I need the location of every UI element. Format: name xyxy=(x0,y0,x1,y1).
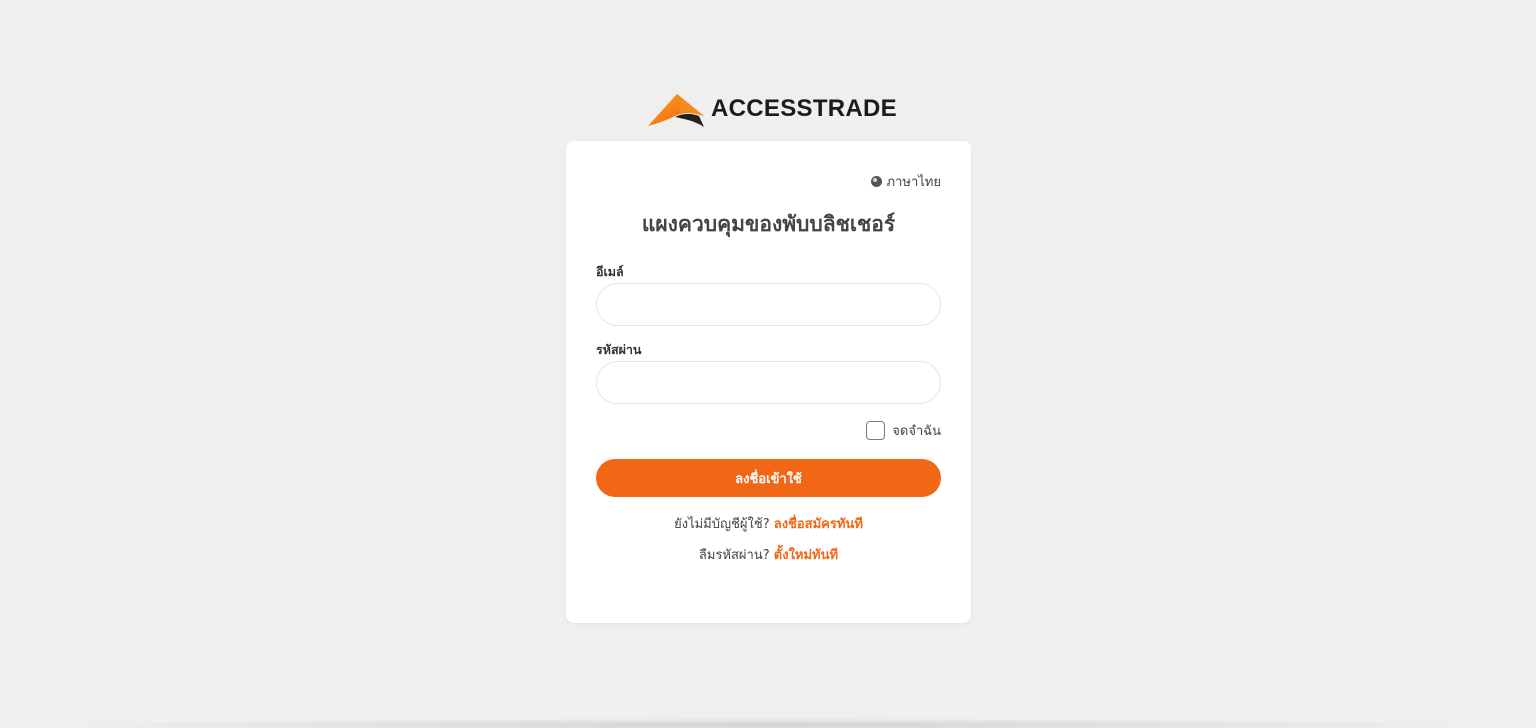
remember-me-label: จดจำฉัน xyxy=(892,424,941,439)
email-label: อีเมล์ xyxy=(596,264,624,279)
language-selector[interactable]: ภาษาไทย xyxy=(870,171,941,192)
bottom-shadow xyxy=(30,718,1506,728)
signup-prompt: ยังไม่มีบัญชีผู้ใช้? xyxy=(674,517,770,532)
globe-icon xyxy=(870,176,882,187)
login-card: ภาษาไทย แผงควบคุมของพับบลิชเชอร์ อีเมล์ … xyxy=(566,141,971,623)
language-label: ภาษาไทย xyxy=(886,175,941,190)
login-button[interactable]: ลงชื่อเข้าใช้ xyxy=(596,459,941,497)
forgot-password-prompt: ลืมรหัสผ่าน? xyxy=(698,548,770,563)
password-label: รหัสผ่าน xyxy=(596,342,642,357)
password-field[interactable] xyxy=(596,361,941,404)
reset-password-link[interactable]: ตั้งใหม่ทันที xyxy=(774,548,838,563)
signup-link[interactable]: ลงชื่อสมัครทันที xyxy=(774,517,863,532)
signup-row: ยังไม่มีบัญชีผู้ใช้? ลงชื่อสมัครทันที xyxy=(566,513,971,534)
login-page: ACCESSTRADE ภาษาไทย แผงควบคุมของพับบลิชเ… xyxy=(0,0,1536,728)
forgot-password-row: ลืมรหัสผ่าน? ตั้งใหม่ทันที xyxy=(566,544,971,565)
brand-logo[interactable]: ACCESSTRADE xyxy=(647,89,897,129)
brand-name: ACCESSTRADE xyxy=(711,95,897,122)
email-field[interactable] xyxy=(596,283,941,326)
accesstrade-mountain-logo-icon xyxy=(648,94,704,127)
page-title: แผงควบคุมของพับบลิชเชอร์ xyxy=(641,212,896,236)
remember-me[interactable]: จดจำฉัน xyxy=(866,420,941,441)
remember-me-checkbox[interactable] xyxy=(866,421,886,440)
